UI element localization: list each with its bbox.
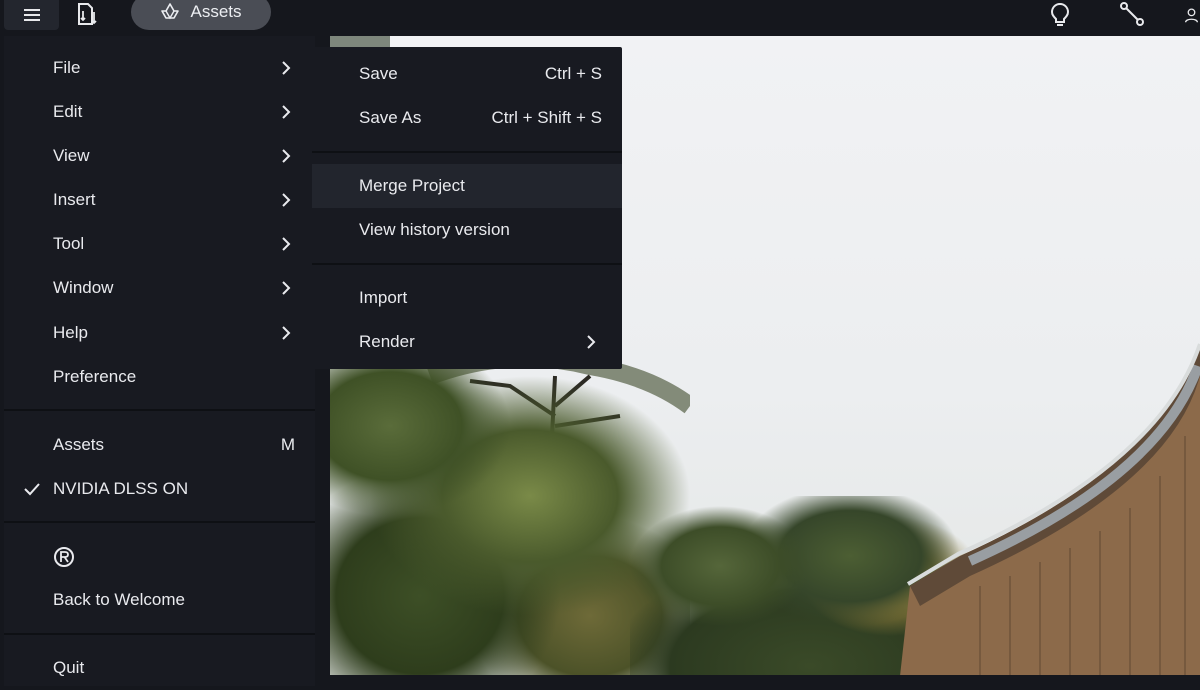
chevron-right-icon (282, 281, 291, 295)
menu-item-label: Preference (53, 367, 137, 386)
assets-icon (161, 3, 180, 20)
user-button[interactable] (1183, 0, 1200, 30)
menu-item-window[interactable]: Window (4, 266, 315, 310)
submenu-item-merge-project[interactable]: Merge Project (312, 164, 622, 208)
menu-item-label: Window (53, 278, 114, 297)
menu-item-tool[interactable]: Tool (4, 222, 315, 266)
menu-item-back-to-welcome[interactable]: Back to Welcome (4, 536, 315, 622)
lightbulb-icon (1050, 2, 1070, 26)
check-icon (24, 483, 40, 496)
submenu-item-label: Save (359, 64, 398, 83)
menu-divider (4, 633, 315, 635)
chevron-right-icon (587, 335, 596, 349)
submenu-item-import[interactable]: Import (312, 276, 622, 320)
submenu-item-label: Import (359, 288, 408, 307)
chevron-right-icon (282, 61, 291, 75)
menu-item-view[interactable]: View (4, 134, 315, 178)
chevron-right-icon (282, 326, 291, 340)
share-button[interactable] (1115, 0, 1149, 30)
menu-item-quit[interactable]: Quit (4, 646, 315, 690)
file-submenu: Save Ctrl + S Save As Ctrl + Shift + S M… (312, 47, 622, 369)
main-menu-button[interactable] (4, 0, 59, 30)
document-swap-button[interactable] (70, 0, 104, 30)
menu-item-label: Insert (53, 190, 96, 209)
submenu-item-label: Render (359, 332, 415, 351)
user-icon (1184, 8, 1199, 23)
menu-item-edit[interactable]: Edit (4, 90, 315, 134)
top-toolbar: Assets (0, 0, 1200, 36)
chevron-right-icon (282, 193, 291, 207)
menu-item-label: NVIDIA DLSS ON (53, 479, 189, 498)
menu-item-file[interactable]: File (4, 46, 315, 90)
share-icon (1120, 2, 1144, 26)
menu-divider (4, 409, 315, 411)
menu-item-label: Help (53, 323, 88, 342)
assets-button[interactable]: Assets (131, 0, 271, 30)
menu-icon (23, 9, 40, 21)
menu-item-label: Edit (53, 102, 83, 121)
chevron-right-icon (282, 149, 291, 163)
menu-item-label: Tool (53, 234, 85, 253)
submenu-item-view-history-version[interactable]: View history version (312, 208, 622, 252)
document-swap-icon (78, 3, 97, 25)
submenu-item-shortcut: Ctrl + Shift + S (491, 108, 602, 127)
menu-item-label: View (53, 146, 90, 165)
ideas-button[interactable] (1043, 0, 1077, 30)
submenu-divider (312, 151, 622, 153)
chevron-right-icon (282, 237, 291, 251)
submenu-item-save[interactable]: Save Ctrl + S (312, 52, 622, 96)
submenu-item-render[interactable]: Render (312, 320, 622, 364)
submenu-item-label: Merge Project (359, 176, 465, 195)
menu-item-label: Assets (53, 435, 105, 454)
menu-divider (4, 521, 315, 523)
curved-wooden-building (900, 343, 1200, 675)
submenu-item-label: View history version (359, 220, 510, 239)
menu-item-insert[interactable]: Insert (4, 178, 315, 222)
menu-item-help[interactable]: Help (4, 311, 315, 355)
menu-item-preference[interactable]: Preference (4, 355, 315, 399)
assets-button-label: Assets (190, 2, 242, 21)
menu-item-label: Back to Welcome (53, 590, 185, 609)
registered-icon (54, 547, 74, 567)
submenu-item-shortcut: Ctrl + S (544, 64, 602, 83)
menu-item-label: Quit (53, 658, 85, 677)
chevron-right-icon (282, 105, 291, 119)
menu-item-nvidia-dlss[interactable]: NVIDIA DLSS ON (4, 467, 315, 511)
submenu-item-save-as[interactable]: Save As Ctrl + Shift + S (312, 96, 622, 140)
menu-item-label: File (53, 58, 81, 77)
menu-item-shortcut: M (280, 435, 295, 454)
submenu-divider (312, 263, 622, 265)
main-menu: File Edit View Insert Tool Window Help P… (4, 36, 315, 686)
submenu-item-label: Save As (359, 108, 422, 127)
menu-item-assets[interactable]: Assets M (4, 423, 315, 467)
